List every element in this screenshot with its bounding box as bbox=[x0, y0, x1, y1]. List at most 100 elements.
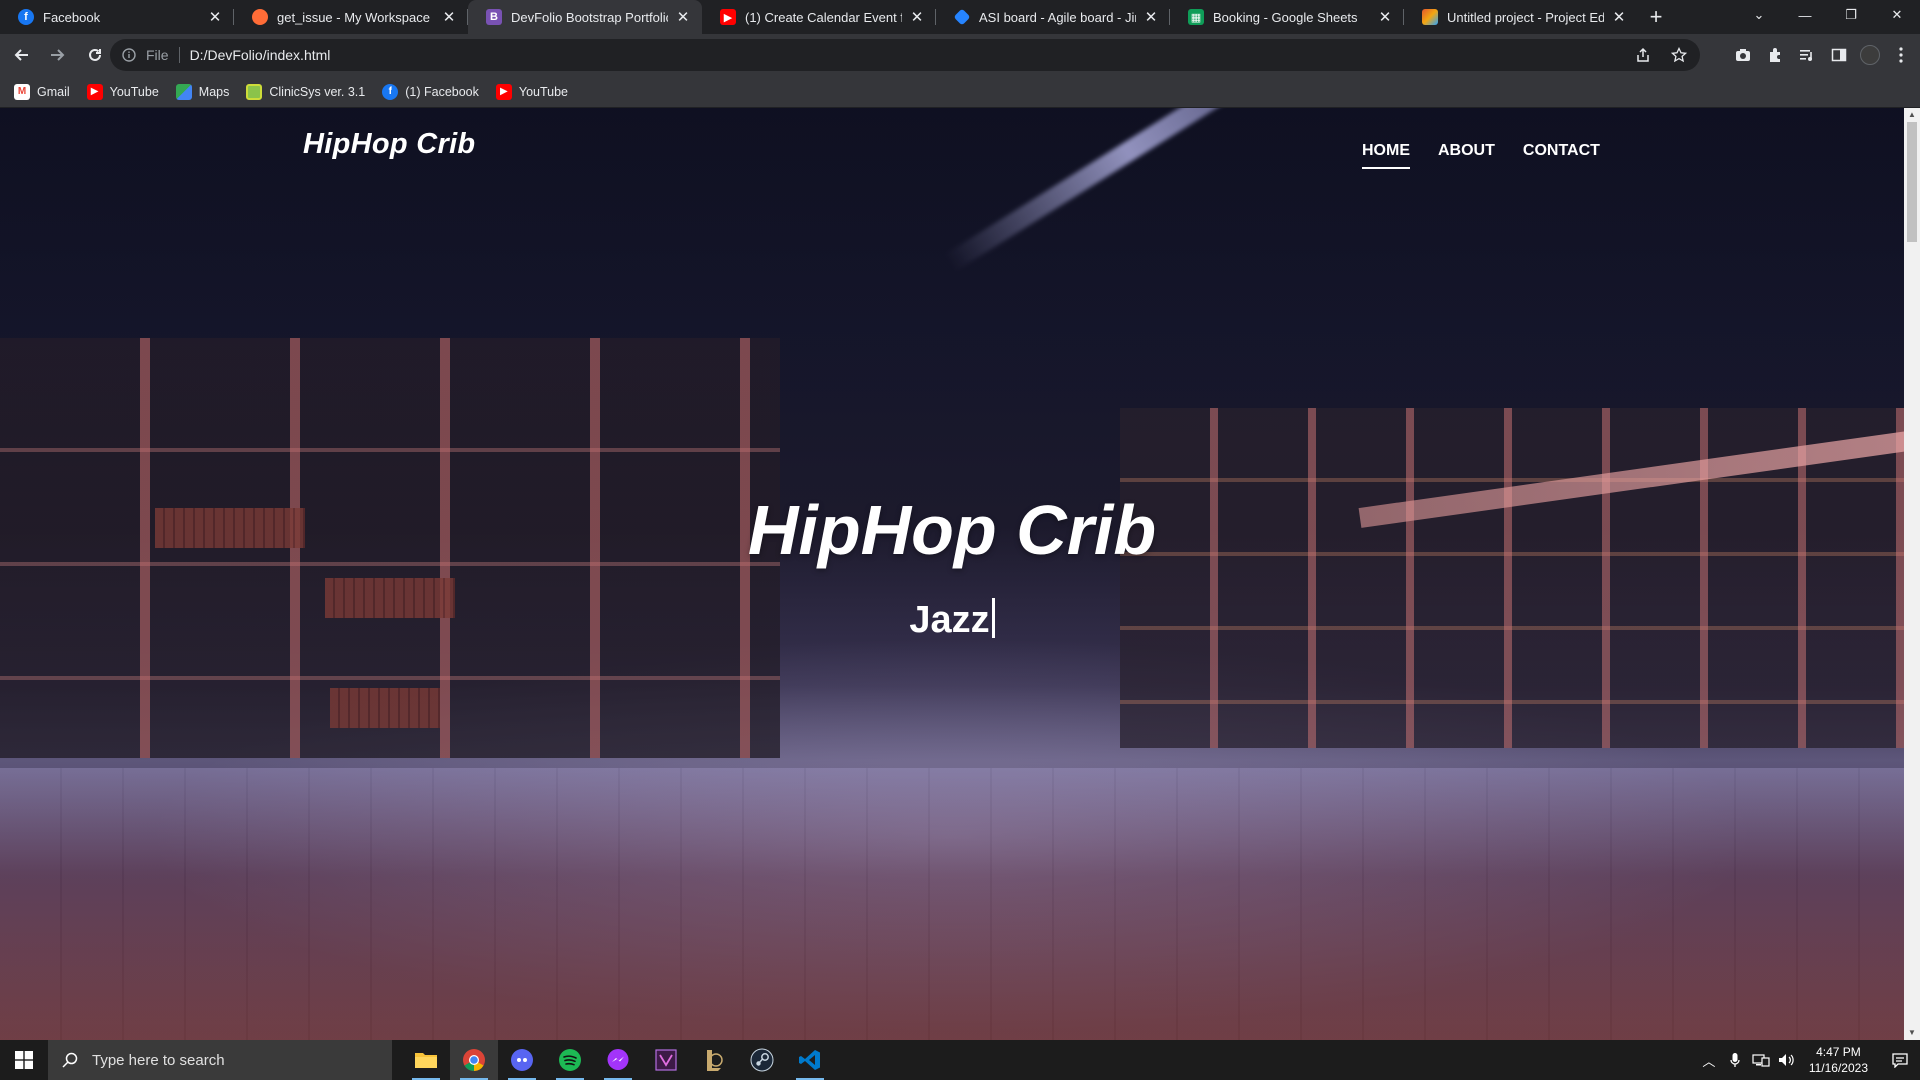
close-icon[interactable]: ✕ bbox=[1610, 8, 1628, 26]
vs-icon[interactable] bbox=[642, 1040, 690, 1080]
bookmark-label: ClinicSys ver. 3.1 bbox=[269, 84, 366, 99]
start-button[interactable] bbox=[0, 1040, 48, 1080]
facebook-icon: f bbox=[382, 83, 399, 100]
tab-devfolio[interactable]: B DevFolio Bootstrap Portfolio Te ✕ bbox=[468, 0, 702, 34]
address-bar[interactable]: File D:/DevFolio/index.html bbox=[110, 39, 1700, 71]
tab-jira[interactable]: ASI board - Agile board - Jira ✕ bbox=[936, 0, 1170, 34]
volume-icon[interactable] bbox=[1777, 1050, 1797, 1070]
file-explorer-icon[interactable] bbox=[402, 1040, 450, 1080]
site-logo[interactable]: HipHop Crib bbox=[303, 128, 475, 161]
restore-icon[interactable]: ❐ bbox=[1828, 0, 1874, 30]
camera-icon[interactable] bbox=[1732, 44, 1754, 66]
bookmark-youtube-2[interactable]: ▶ YouTube bbox=[495, 83, 569, 100]
minimize-icon[interactable]: — bbox=[1782, 0, 1828, 30]
network-icon[interactable] bbox=[1751, 1050, 1771, 1070]
scroll-down-icon[interactable]: ▼ bbox=[1908, 1029, 1916, 1037]
tab-facebook[interactable]: f Facebook ✕ bbox=[0, 0, 234, 34]
tab-title: get_issue - My Workspace bbox=[277, 9, 430, 25]
messenger-icon[interactable] bbox=[594, 1040, 642, 1080]
side-panel-icon[interactable] bbox=[1828, 44, 1850, 66]
bootstrap-icon: B bbox=[486, 9, 502, 25]
bookmark-star-icon[interactable] bbox=[1668, 44, 1690, 66]
bookmark-maps[interactable]: Maps bbox=[175, 83, 230, 100]
close-icon[interactable]: ✕ bbox=[440, 8, 458, 26]
tab-sheets[interactable]: ▦ Booking - Google Sheets ✕ bbox=[1170, 0, 1404, 34]
window-controls: ⌄ — ❐ ✕ bbox=[1736, 0, 1920, 30]
close-icon[interactable]: ✕ bbox=[1142, 8, 1160, 26]
hero-background-image bbox=[0, 108, 1904, 1040]
bookmark-facebook[interactable]: f (1) Facebook bbox=[382, 83, 479, 100]
forward-button[interactable] bbox=[42, 39, 74, 71]
youtube-icon: ▶ bbox=[720, 9, 736, 25]
maps-icon bbox=[175, 83, 192, 100]
profile-avatar[interactable] bbox=[1860, 45, 1880, 65]
share-icon[interactable] bbox=[1632, 44, 1654, 66]
bookmark-label: YouTube bbox=[518, 84, 569, 99]
bookmark-youtube[interactable]: ▶ YouTube bbox=[86, 83, 159, 100]
pinned-apps bbox=[402, 1040, 834, 1080]
microphone-icon[interactable] bbox=[1725, 1050, 1745, 1070]
back-button[interactable] bbox=[5, 39, 37, 71]
taskbar-search[interactable]: Type here to search bbox=[48, 1040, 392, 1080]
page-viewport: HipHop Crib HOME ABOUT CONTACT HipHop Cr… bbox=[0, 108, 1904, 1040]
back-arrow-icon bbox=[14, 49, 28, 61]
books-decoration bbox=[330, 688, 440, 728]
close-icon[interactable]: ✕ bbox=[206, 8, 224, 26]
search-icon bbox=[62, 1052, 78, 1068]
nav-about-link[interactable]: ABOUT bbox=[1438, 142, 1495, 166]
tab-strip: f Facebook ✕ get_issue - My Workspace ✕ … bbox=[0, 0, 1920, 34]
url-scheme: File bbox=[146, 47, 169, 63]
postman-icon bbox=[252, 9, 268, 25]
toolbar-actions bbox=[1732, 39, 1912, 71]
extensions-icon[interactable] bbox=[1764, 44, 1786, 66]
bookmark-gmail[interactable]: M Gmail bbox=[14, 83, 70, 100]
url-text[interactable]: D:/DevFolio/index.html bbox=[190, 47, 331, 63]
tab-youtube[interactable]: ▶ (1) Create Calendar Event from ✕ bbox=[702, 0, 936, 34]
tab-title: DevFolio Bootstrap Portfolio Te bbox=[511, 9, 668, 25]
tab-project-editor[interactable]: Untitled project - Project Editor ✕ bbox=[1404, 0, 1638, 34]
tab-postman[interactable]: get_issue - My Workspace ✕ bbox=[234, 0, 468, 34]
spotify-icon[interactable] bbox=[546, 1040, 594, 1080]
info-icon[interactable] bbox=[120, 46, 138, 64]
vscode-icon[interactable] bbox=[786, 1040, 834, 1080]
typing-cursor bbox=[991, 598, 995, 638]
league-icon[interactable] bbox=[690, 1040, 738, 1080]
scrollbar-thumb[interactable] bbox=[1907, 122, 1917, 242]
nav-home-link[interactable]: HOME bbox=[1362, 142, 1410, 169]
reload-button[interactable] bbox=[79, 39, 111, 71]
jira-icon bbox=[953, 8, 971, 26]
clinicsys-icon bbox=[246, 83, 263, 100]
discord-icon[interactable] bbox=[498, 1040, 546, 1080]
hero-typed-text: Jazz bbox=[909, 599, 990, 641]
bookmark-clinicsys[interactable]: ClinicSys ver. 3.1 bbox=[246, 83, 366, 100]
notification-icon[interactable] bbox=[1880, 1040, 1920, 1080]
tab-title: Untitled project - Project Editor bbox=[1447, 9, 1604, 25]
page-scrollbar[interactable]: ▲ ▼ bbox=[1904, 108, 1920, 1040]
tab-title: Booking - Google Sheets bbox=[1213, 9, 1358, 25]
new-tab-button[interactable]: + bbox=[1638, 0, 1674, 34]
close-icon[interactable]: ✕ bbox=[1376, 8, 1394, 26]
hero-subtitle-wrapper: Jazz bbox=[0, 598, 1904, 642]
tab-search-icon[interactable]: ⌄ bbox=[1736, 0, 1782, 30]
system-tray: ︿ 4:47 PM 11/16/2023 bbox=[1699, 1040, 1920, 1080]
scroll-up-icon[interactable]: ▲ bbox=[1908, 111, 1916, 119]
chrome-icon[interactable] bbox=[450, 1040, 498, 1080]
nav-contact-link[interactable]: CONTACT bbox=[1523, 142, 1600, 166]
steam-icon[interactable] bbox=[738, 1040, 786, 1080]
close-icon[interactable]: ✕ bbox=[908, 8, 926, 26]
bookmark-label: Maps bbox=[198, 84, 230, 99]
close-window-icon[interactable]: ✕ bbox=[1874, 0, 1920, 30]
search-placeholder: Type here to search bbox=[92, 1051, 225, 1069]
site-menu: HOME ABOUT CONTACT bbox=[1362, 142, 1600, 169]
close-icon[interactable]: ✕ bbox=[674, 8, 692, 26]
site-navbar: HipHop Crib HOME ABOUT CONTACT bbox=[0, 108, 1904, 180]
divider bbox=[178, 47, 180, 63]
tab-title: (1) Create Calendar Event from bbox=[745, 9, 902, 25]
chevron-up-icon[interactable]: ︿ bbox=[1699, 1050, 1719, 1070]
bookmark-label: (1) Facebook bbox=[405, 84, 479, 99]
tab-title: Facebook bbox=[43, 9, 101, 25]
system-clock[interactable]: 4:47 PM 11/16/2023 bbox=[1809, 1044, 1868, 1076]
bookmark-label: Gmail bbox=[37, 84, 70, 99]
media-control-icon[interactable] bbox=[1796, 44, 1818, 66]
menu-kebab-icon[interactable] bbox=[1890, 44, 1912, 66]
